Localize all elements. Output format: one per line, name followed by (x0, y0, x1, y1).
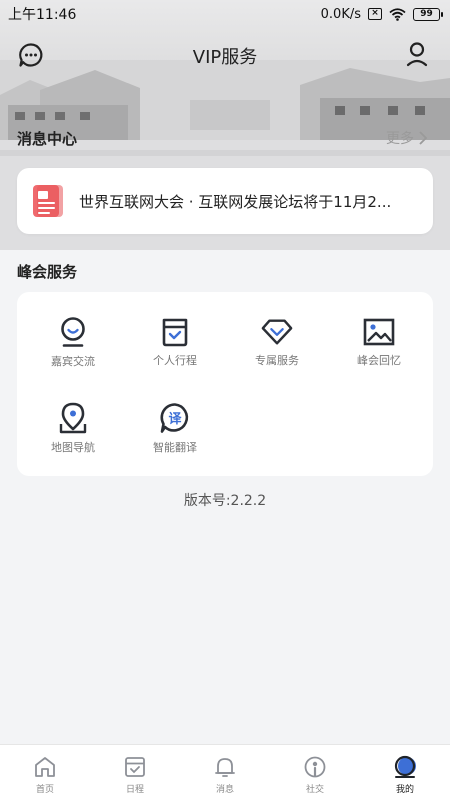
sim-off-icon: × (368, 8, 382, 20)
diamond-icon (261, 316, 293, 347)
social-icon (304, 756, 326, 778)
image-icon (363, 316, 395, 347)
service-label: 专属服务 (255, 354, 299, 367)
service-smart-translation[interactable]: 译 智能翻译 (123, 378, 227, 454)
more-label: 更多 (386, 131, 414, 147)
wifi-icon (389, 7, 406, 21)
home-icon (35, 757, 55, 777)
service-exclusive[interactable]: 专属服务 (225, 292, 329, 368)
service-personal-schedule[interactable]: 个人行程 (123, 292, 227, 368)
status-bar: 上午11:46 0.0K/s × 99 (0, 0, 450, 28)
status-time: 上午11:46 (8, 7, 77, 23)
news-icon (33, 185, 63, 217)
battery-icon: 99 (413, 7, 443, 21)
service-label: 峰会回忆 (357, 354, 401, 367)
message-icon[interactable] (18, 42, 44, 72)
user-icon[interactable] (406, 41, 428, 71)
tab-label: 我的 (395, 785, 414, 795)
top-bar: VIP服务 (0, 36, 450, 76)
tab-messages[interactable]: 消息 (180, 745, 270, 800)
tab-label: 消息 (215, 785, 234, 795)
service-map-navigation[interactable]: 地图导航 (21, 378, 125, 454)
chevron-right-icon (419, 131, 428, 145)
bottom-tab-bar: 首页 日程 消息 社交 我的 (0, 744, 450, 800)
svg-text:译: 译 (168, 412, 182, 427)
services-grid: 嘉宾交流 个人行程 专属服务 峰会回忆 地图导航 译 智能翻译 (17, 292, 433, 476)
service-summit-memories[interactable]: 峰会回忆 (327, 292, 431, 368)
more-link[interactable]: 更多 (386, 128, 428, 148)
translate-icon: 译 (159, 402, 191, 434)
service-label: 个人行程 (153, 354, 197, 367)
news-item[interactable]: 世界互联网大会 · 互联网发展论坛将于11月2... (17, 168, 433, 234)
page-title: VIP服务 (192, 47, 258, 68)
news-text: 世界互联网大会 · 互联网发展论坛将于11月2... (79, 192, 392, 211)
tab-label: 社交 (305, 785, 324, 795)
map-pin-icon (57, 402, 89, 434)
status-indicators: 0.0K/s × 99 (320, 6, 443, 22)
tab-schedule[interactable]: 日程 (90, 745, 180, 800)
network-speed: 0.0K/s (320, 6, 361, 22)
tab-home[interactable]: 首页 (0, 745, 90, 800)
service-label: 地图导航 (51, 441, 95, 454)
tab-label: 日程 (125, 785, 144, 795)
services-section-title: 峰会服务 (17, 263, 78, 281)
calendar-icon (125, 757, 145, 777)
tab-social[interactable]: 社交 (270, 745, 360, 800)
profile-icon (394, 755, 416, 778)
service-label: 嘉宾交流 (51, 355, 95, 368)
version-text: 版本号:2.2.2 (183, 493, 267, 509)
news-section-title: 消息中心 (17, 130, 78, 148)
tab-label: 首页 (35, 785, 54, 795)
service-guest-exchange[interactable]: 嘉宾交流 (21, 292, 125, 368)
bell-icon (215, 758, 235, 777)
service-label: 智能翻译 (153, 441, 197, 454)
schedule-icon (159, 316, 191, 347)
guest-icon (57, 316, 89, 348)
tab-profile[interactable]: 我的 (360, 745, 450, 800)
